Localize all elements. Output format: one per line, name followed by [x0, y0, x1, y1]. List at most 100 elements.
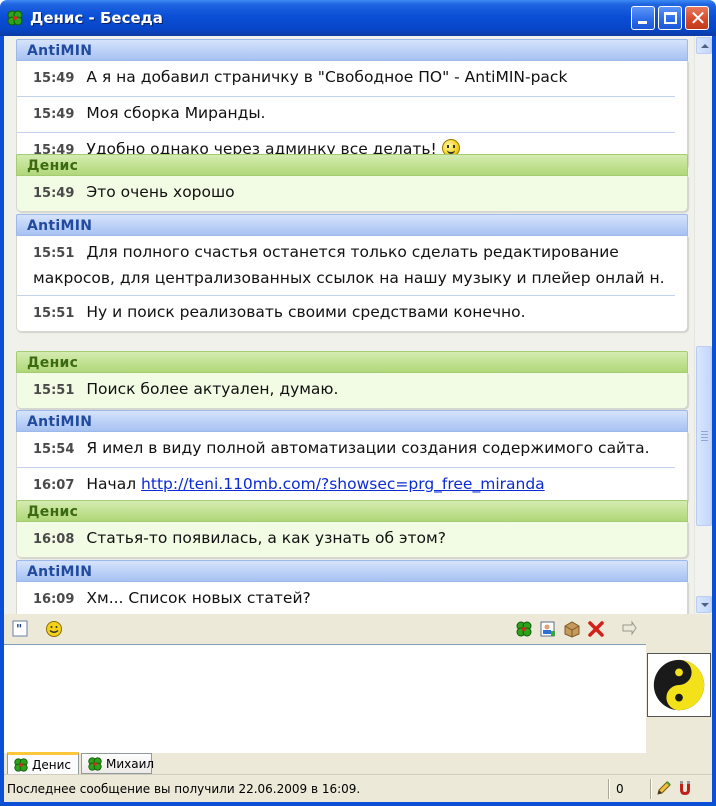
message-text: А я на добавил страничку в "Свободное ПО… [86, 68, 568, 86]
status-bar: Последнее сообщение вы получили 22.06.20… [4, 774, 712, 802]
message-group-body: 15:49 А я на добавил страничку в "Свободн… [16, 61, 688, 169]
message-text: Для полного счастья останется только сде… [33, 243, 665, 287]
sender-header: Денис [16, 154, 688, 176]
yin-yang-icon [653, 659, 705, 711]
arrow-up-icon [701, 44, 709, 48]
message-group: AntiMIN 15:49 А я на добавил страничку в … [16, 39, 688, 169]
message-time: 15:51 [33, 306, 75, 321]
message-toolbar: " [4, 614, 712, 644]
grip-line [701, 434, 708, 435]
message-time: 16:07 [33, 478, 75, 493]
message: 16:07 Начал http://teni.110mb.com/?showse… [17, 467, 675, 503]
close-icon: ✕ [689, 6, 707, 30]
status-separator [608, 779, 609, 799]
window-frame-right [712, 36, 716, 806]
user-info-icon[interactable] [539, 620, 557, 638]
history-icon[interactable] [563, 620, 581, 638]
message-group: Денис 15:51 Поиск более актуален, думаю. [16, 351, 688, 409]
quote-icon[interactable]: " [12, 620, 30, 638]
message-group-body: 15:54 Я имел в виду полной автоматизации … [16, 432, 688, 504]
message: 15:49 Моя сборка Миранды. [17, 96, 675, 132]
message-time: 15:54 [33, 442, 75, 457]
maximize-icon [664, 12, 677, 24]
message-time: 15:49 [33, 186, 75, 201]
message-group-body: 16:08 Статья-то появилась, а как узнать о… [16, 522, 688, 558]
message-text: Начал [86, 475, 142, 493]
scroll-up-button[interactable] [696, 37, 712, 54]
encryption-icon[interactable] [677, 780, 693, 796]
message: 16:09 Хм... Список новых статей? [17, 582, 675, 614]
message: 15:51 Поиск более актуален, думаю. [17, 373, 675, 408]
arrow-down-icon [701, 603, 709, 607]
grip-line [701, 440, 708, 441]
message-group: AntiMIN 15:54 Я имел в виду полной автома… [16, 410, 688, 504]
message: 16:08 Статья-то появилась, а как узнать о… [17, 522, 675, 557]
message-group: AntiMIN 15:51 Для полного счастья останет… [16, 214, 688, 332]
minimize-button[interactable] [631, 6, 655, 30]
message-time: 16:08 [33, 532, 75, 547]
message-log[interactable]: AntiMIN 15:49 А я на добавил страничку в … [4, 36, 694, 614]
grip-line [701, 437, 708, 438]
clover-icon[interactable] [515, 620, 533, 638]
scroll-down-button[interactable] [696, 596, 712, 613]
scroll-thumb[interactable] [696, 346, 712, 526]
sender-header: AntiMIN [16, 39, 688, 61]
message-group-body: 15:51 Для полного счастья останется тольк… [16, 236, 688, 332]
message-input[interactable] [4, 644, 646, 753]
message-text: Статья-то появилась, а как узнать об это… [86, 529, 446, 547]
clover-icon [7, 10, 23, 26]
contact-tabs: Денис Михаил [4, 752, 712, 774]
sender-header: AntiMIN [16, 214, 688, 236]
close-button[interactable]: ✕ [685, 6, 709, 30]
message-group-body: 15:51 Поиск более актуален, думаю. [16, 373, 688, 409]
message-link[interactable]: http://teni.110mb.com/?showsec=prg_free_… [141, 475, 545, 493]
message-group: AntiMIN 16:09 Хм... Список новых статей? [16, 560, 688, 614]
maximize-button[interactable] [658, 6, 682, 30]
status-separator [650, 779, 651, 799]
tab-label: Денис [32, 758, 71, 772]
clover-icon [88, 757, 102, 771]
message-group-body: 16:09 Хм... Список новых статей? [16, 582, 688, 614]
window-title: Денис - Беседа [30, 9, 163, 27]
message-time: 15:51 [33, 246, 75, 261]
clover-icon [14, 758, 28, 772]
message-text: Моя сборка Миранды. [86, 104, 266, 122]
sender-header: AntiMIN [16, 560, 688, 582]
svg-text:": " [16, 622, 22, 636]
title-bar: Денис - Беседа ✕ [0, 0, 716, 36]
window-frame-bottom [0, 802, 716, 806]
message: 15:51 Ну и поиск реализовать своими средс… [17, 295, 675, 331]
message-time: 15:49 [33, 71, 75, 86]
log-scrollbar[interactable] [694, 36, 712, 614]
message-text: Поиск более актуален, думаю. [86, 380, 339, 398]
pencil-icon[interactable] [656, 780, 672, 796]
message-group: Денис 15:49 Это очень хорошо [16, 154, 688, 212]
avatar-pane [646, 644, 712, 753]
status-text: Последнее сообщение вы получили 22.06.20… [7, 782, 361, 796]
message: 15:49 А я на добавил страничку в "Свободн… [17, 61, 675, 96]
sender-header: Денис [16, 351, 688, 373]
message: 15:49 Это очень хорошо [17, 176, 675, 211]
sender-header: Денис [16, 500, 688, 522]
grip-line [701, 431, 708, 432]
message-text: Хм... Список новых статей? [86, 589, 311, 607]
message-group-body: 15:49 Это очень хорошо [16, 176, 688, 212]
minimize-icon [638, 21, 647, 24]
send-arrow-icon[interactable] [619, 620, 637, 638]
message-text: Я имел в виду полной автоматизации созда… [86, 439, 650, 457]
message-time: 15:49 [33, 107, 75, 122]
message-time: 16:09 [33, 592, 75, 607]
tab-label: Михаил [106, 757, 155, 771]
message: 15:54 Я имел в виду полной автоматизации … [17, 432, 675, 467]
close-x-icon[interactable] [587, 620, 605, 638]
smiley-icon[interactable] [45, 620, 63, 638]
message: 15:51 Для полного счастья останется тольк… [17, 236, 675, 295]
tab-denis[interactable]: Денис [7, 752, 79, 774]
tab-mikhail[interactable]: Михаил [81, 753, 155, 774]
message-group: Денис 16:08 Статья-то появилась, а как уз… [16, 500, 688, 558]
message-text: Ну и поиск реализовать своими средствами… [86, 303, 526, 321]
avatar [647, 653, 711, 717]
message-time: 15:51 [33, 383, 75, 398]
char-count: 0 [616, 782, 624, 796]
message-text: Это очень хорошо [86, 183, 235, 201]
